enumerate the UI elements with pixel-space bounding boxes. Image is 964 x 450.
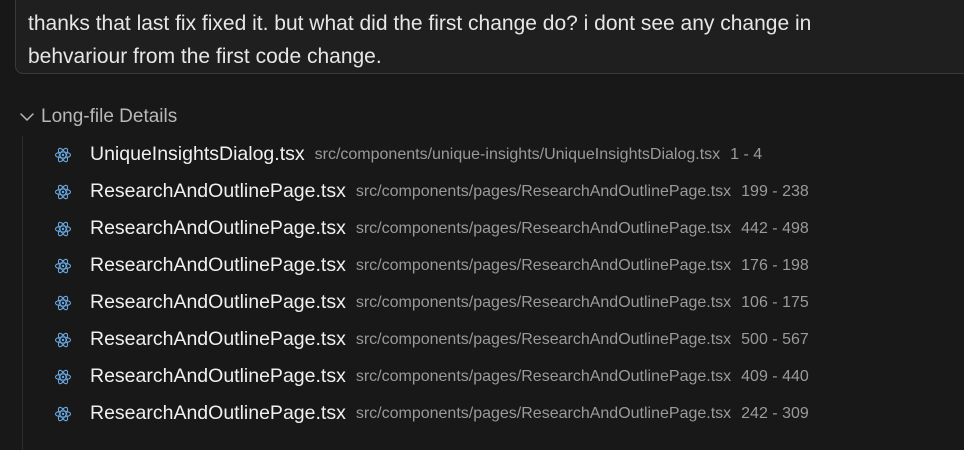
file-row[interactable]: ResearchAndOutlinePage.tsx src/component… xyxy=(52,284,952,321)
file-name: ResearchAndOutlinePage.tsx xyxy=(90,365,346,387)
file-name: ResearchAndOutlinePage.tsx xyxy=(90,254,346,276)
line-range: 442 - 498 xyxy=(741,219,809,237)
file-row[interactable]: ResearchAndOutlinePage.tsx src/component… xyxy=(52,358,952,395)
file-path: src/components/pages/ResearchAndOutlineP… xyxy=(355,367,732,385)
react-icon xyxy=(52,255,74,277)
file-path: src/components/pages/ResearchAndOutlineP… xyxy=(355,404,732,422)
file-path: src/components/pages/ResearchAndOutlineP… xyxy=(355,219,732,237)
file-path: src/components/pages/ResearchAndOutlineP… xyxy=(355,330,732,348)
file-row[interactable]: ResearchAndOutlinePage.tsx src/component… xyxy=(52,395,952,432)
line-range: 409 - 440 xyxy=(741,367,809,385)
user-message-bubble[interactable]: thanks that last fix fixed it. but what … xyxy=(15,0,964,74)
file-name: UniqueInsightsDialog.tsx xyxy=(90,143,305,165)
chat-panel: thanks that last fix fixed it. but what … xyxy=(0,0,964,450)
file-name: ResearchAndOutlinePage.tsx xyxy=(90,291,346,313)
line-range: 1 - 4 xyxy=(730,145,763,163)
file-path: src/components/pages/ResearchAndOutlineP… xyxy=(355,256,732,274)
react-icon xyxy=(52,366,74,388)
file-row[interactable]: ResearchAndOutlinePage.tsx src/component… xyxy=(52,210,952,247)
tree-guide-line xyxy=(22,136,23,450)
file-row[interactable]: UniqueInsightsDialog.tsx src/components/… xyxy=(52,136,952,173)
react-icon xyxy=(52,181,74,203)
file-row[interactable]: ResearchAndOutlinePage.tsx src/component… xyxy=(52,173,952,210)
line-range: 176 - 198 xyxy=(741,256,809,274)
line-range: 242 - 309 xyxy=(741,404,809,422)
react-icon xyxy=(52,218,74,240)
line-range: 199 - 238 xyxy=(741,182,809,200)
file-list: UniqueInsightsDialog.tsx src/components/… xyxy=(52,136,952,432)
file-name: ResearchAndOutlinePage.tsx xyxy=(90,217,346,239)
chevron-down-icon xyxy=(14,104,40,130)
file-row[interactable]: ResearchAndOutlinePage.tsx src/component… xyxy=(52,247,952,284)
react-icon xyxy=(52,329,74,351)
file-name: ResearchAndOutlinePage.tsx xyxy=(90,180,346,202)
file-path: src/components/unique-insights/UniqueIns… xyxy=(314,145,721,163)
file-path: src/components/pages/ResearchAndOutlineP… xyxy=(355,293,732,311)
long-file-details-toggle[interactable]: Long-file Details xyxy=(14,104,177,130)
react-icon xyxy=(52,144,74,166)
file-name: ResearchAndOutlinePage.tsx xyxy=(90,402,346,424)
details-title: Long-file Details xyxy=(41,106,178,127)
react-icon xyxy=(52,292,74,314)
line-range: 106 - 175 xyxy=(741,293,809,311)
user-message-text: thanks that last fix fixed it. but what … xyxy=(28,12,812,68)
react-icon xyxy=(52,403,74,425)
file-name: ResearchAndOutlinePage.tsx xyxy=(90,328,346,350)
line-range: 500 - 567 xyxy=(741,330,809,348)
file-row[interactable]: ResearchAndOutlinePage.tsx src/component… xyxy=(52,321,952,358)
file-path: src/components/pages/ResearchAndOutlineP… xyxy=(355,182,732,200)
